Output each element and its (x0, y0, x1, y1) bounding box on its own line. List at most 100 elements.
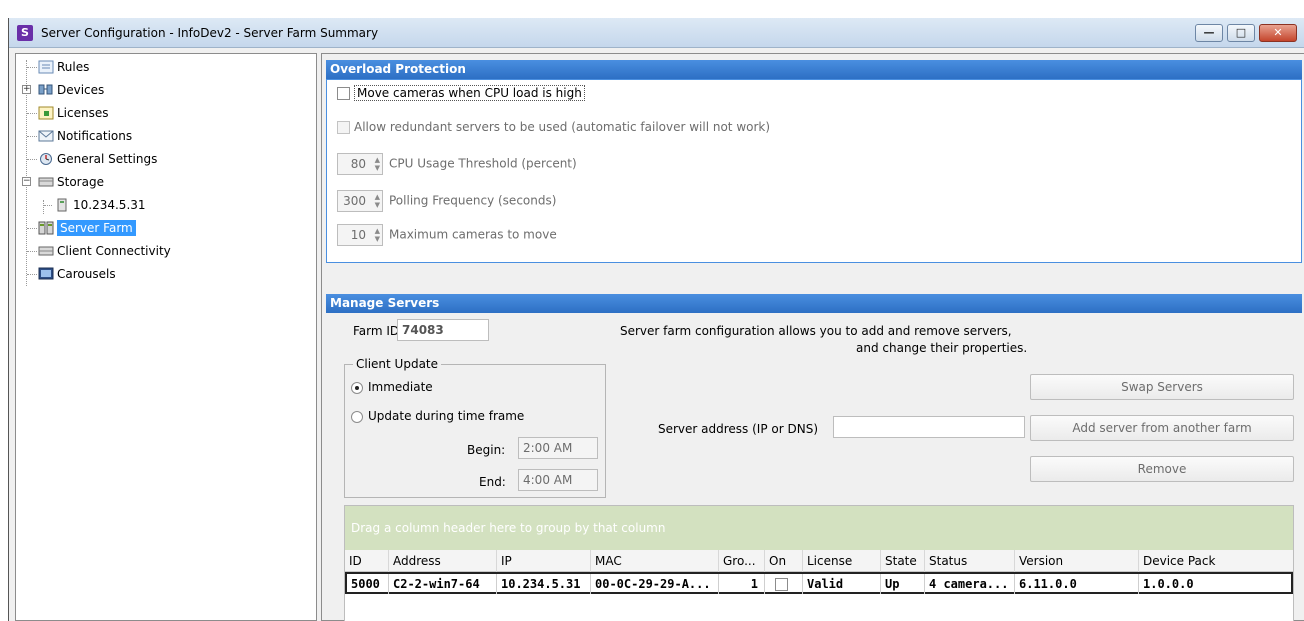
maximize-button[interactable]: □ (1227, 24, 1255, 42)
farm-description-line2: and change their properties. (856, 341, 1028, 355)
group-by-area[interactable]: Drag a column header here to group by th… (345, 506, 1293, 550)
column-header-address[interactable]: Address (389, 550, 497, 572)
column-header-id[interactable]: ID (345, 550, 389, 572)
navigation-tree[interactable]: Rules + Devices Licenses Notifications G… (15, 53, 317, 621)
tree-connector (44, 205, 52, 206)
servers-grid[interactable]: Drag a column header here to group by th… (344, 505, 1294, 621)
column-header-state[interactable]: State (881, 550, 925, 572)
minimize-icon: — (1203, 26, 1215, 39)
tree-item-storage[interactable]: Storage (38, 172, 104, 192)
tree-item-label: General Settings (57, 152, 158, 166)
tree-item-label: Rules (57, 60, 90, 74)
overload-protection-header: Overload Protection (326, 60, 1302, 79)
remove-button[interactable]: Remove (1030, 456, 1294, 482)
polling-frequency-value: 300 (343, 194, 366, 208)
farm-description-line1: Server farm configuration allows you to … (620, 324, 1012, 338)
spinner-arrows-icon[interactable]: ▲ ▼ (375, 227, 380, 243)
tree-item-licenses[interactable]: Licenses (38, 103, 109, 123)
timeframe-radio[interactable] (351, 410, 363, 423)
cpu-threshold-spinner[interactable]: 80 ▲ ▼ (337, 153, 383, 175)
client-update-legend: Client Update (353, 357, 442, 371)
storage-expander[interactable]: − (22, 177, 31, 186)
tree-connector (27, 274, 37, 275)
polling-frequency-label: Polling Frequency (seconds) (389, 193, 557, 208)
table-row[interactable]: 5000 C2-2-win7-64 10.234.5.31 00-0C-29-2… (345, 572, 1293, 594)
tree-item-carousels[interactable]: Carousels (38, 264, 116, 284)
tree-item-server-farm[interactable]: Server Farm (38, 218, 136, 238)
cell-version: 6.11.0.0 (1015, 574, 1139, 594)
column-header-ip[interactable]: IP (497, 550, 591, 572)
spinner-arrows-icon[interactable]: ▲ ▼ (375, 156, 380, 172)
tree-item-notifications[interactable]: Notifications (38, 126, 132, 146)
manage-servers-header: Manage Servers (326, 294, 1302, 313)
begin-time-field[interactable]: 2:00 AM (518, 437, 598, 459)
swap-servers-button[interactable]: Swap Servers (1030, 374, 1294, 400)
end-time-field[interactable]: 4:00 AM (518, 469, 598, 491)
minimize-button[interactable]: — (1195, 24, 1223, 42)
on-checkbox[interactable] (775, 578, 788, 591)
devices-icon (38, 84, 53, 94)
max-cameras-spinner[interactable]: 10 ▲ ▼ (337, 224, 383, 246)
carousels-icon (38, 267, 54, 279)
maximize-icon: □ (1235, 26, 1247, 39)
column-header-mac[interactable]: MAC (591, 550, 719, 572)
tree-item-label: Notifications (57, 129, 133, 143)
move-cameras-label: Move cameras when CPU load is high (354, 85, 585, 101)
notifications-icon (38, 130, 54, 141)
end-label: End: (479, 475, 506, 489)
tree-item-general-settings[interactable]: General Settings (38, 149, 157, 169)
tree-item-label: Devices (57, 83, 105, 97)
farm-id-field[interactable]: 74083 (397, 319, 489, 341)
server-address-input[interactable] (833, 416, 1025, 438)
cell-license: Valid (803, 574, 881, 594)
cell-id: 5000 (347, 574, 389, 594)
polling-frequency-row: 300 ▲ ▼ Polling Frequency (seconds) (337, 190, 556, 212)
tree-item-devices[interactable]: Devices (38, 80, 104, 100)
cpu-threshold-value: 80 (350, 157, 366, 171)
tree-connector (27, 113, 37, 114)
tree-connector (27, 159, 37, 160)
max-cameras-label: Maximum cameras to move (389, 227, 557, 242)
add-server-button[interactable]: Add server from another farm (1030, 415, 1294, 441)
tree-item-storage-server[interactable]: 10.234.5.31 (54, 195, 146, 215)
title-bar[interactable]: S Server Configuration - InfoDev2 - Serv… (9, 18, 1304, 48)
column-header-version[interactable]: Version (1015, 550, 1139, 572)
column-header-device-pack[interactable]: Device Pack (1139, 550, 1293, 572)
cpu-threshold-row: 80 ▲ ▼ CPU Usage Threshold (percent) (337, 153, 577, 175)
redundant-servers-option[interactable]: Allow redundant servers to be used (auto… (337, 120, 770, 134)
column-header-license[interactable]: License (803, 550, 881, 572)
cpu-threshold-label: CPU Usage Threshold (percent) (389, 156, 577, 171)
immediate-radio[interactable] (351, 381, 363, 394)
timeframe-label: Update during time frame (368, 409, 525, 423)
cell-ip: 10.234.5.31 (497, 574, 591, 594)
move-cameras-option[interactable]: Move cameras when CPU load is high (337, 85, 585, 101)
cell-on (765, 574, 803, 594)
redundant-servers-checkbox[interactable] (337, 121, 350, 134)
immediate-option[interactable]: Immediate (351, 380, 433, 394)
close-button[interactable]: ✕ (1259, 24, 1297, 42)
polling-frequency-spinner[interactable]: 300 ▲ ▼ (337, 190, 383, 212)
window-title: Server Configuration - InfoDev2 - Server… (41, 26, 379, 40)
max-cameras-row: 10 ▲ ▼ Maximum cameras to move (337, 224, 557, 246)
cell-status: 4 camera... (925, 574, 1015, 594)
overload-protection-section: Move cameras when CPU load is high Allow… (326, 79, 1302, 263)
spinner-arrows-icon[interactable]: ▲ ▼ (375, 193, 380, 209)
client-connectivity-icon (38, 246, 54, 255)
move-cameras-checkbox[interactable] (337, 87, 350, 100)
column-header-status[interactable]: Status (925, 550, 1015, 572)
grid-header: ID Address IP MAC Gro... On License Stat… (345, 550, 1293, 572)
storage-icon (38, 177, 54, 186)
tree-item-client-connectivity[interactable]: Client Connectivity (38, 241, 171, 261)
devices-expander[interactable]: + (22, 85, 31, 94)
cell-device-pack: 1.0.0.0 (1143, 577, 1194, 591)
cell-mac: 00-0C-29-29-A... (591, 574, 719, 594)
column-header-on[interactable]: On (765, 550, 803, 572)
server-farm-panel: Overload Protection Move cameras when CP… (321, 53, 1304, 621)
tree-item-label: Server Farm (57, 220, 136, 236)
timeframe-option[interactable]: Update during time frame (351, 409, 524, 423)
licenses-icon (38, 106, 54, 119)
column-header-group[interactable]: Gro... (719, 550, 765, 572)
client-update-group: Client Update Immediate Update during ti… (344, 357, 606, 498)
tree-item-rules[interactable]: Rules (38, 57, 89, 77)
cell-group: 1 (719, 574, 765, 594)
